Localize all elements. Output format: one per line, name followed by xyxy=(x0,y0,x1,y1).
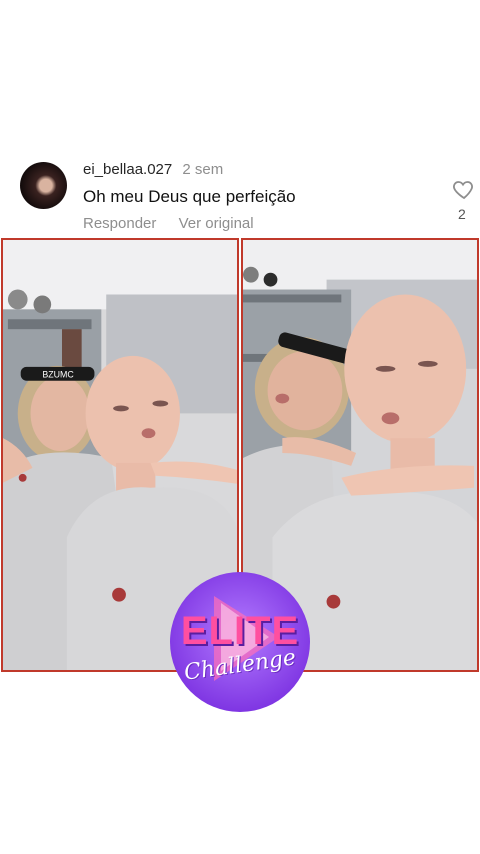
elite-challenge-logo: ELITE Challenge xyxy=(169,571,311,713)
reply-button[interactable]: Responder xyxy=(83,215,156,232)
heart-icon[interactable] xyxy=(452,177,476,201)
comment-username: ei_bellaa.027 2 sem xyxy=(83,161,223,178)
see-original-button[interactable]: Ver original xyxy=(179,215,254,232)
avatar[interactable] xyxy=(20,162,67,209)
like-count: 2 xyxy=(458,206,466,222)
comment-time: 2 sem xyxy=(182,161,224,178)
username-text[interactable]: ei_bellaa.027 xyxy=(83,161,172,178)
comment: ei_bellaa.027 2 sem Oh meu Deus que perf… xyxy=(0,150,480,238)
comment-actions: Responder Ver original xyxy=(83,215,272,232)
headband-text: BZUMC xyxy=(42,370,74,380)
comment-text: Oh meu Deus que perfeição xyxy=(83,187,296,206)
